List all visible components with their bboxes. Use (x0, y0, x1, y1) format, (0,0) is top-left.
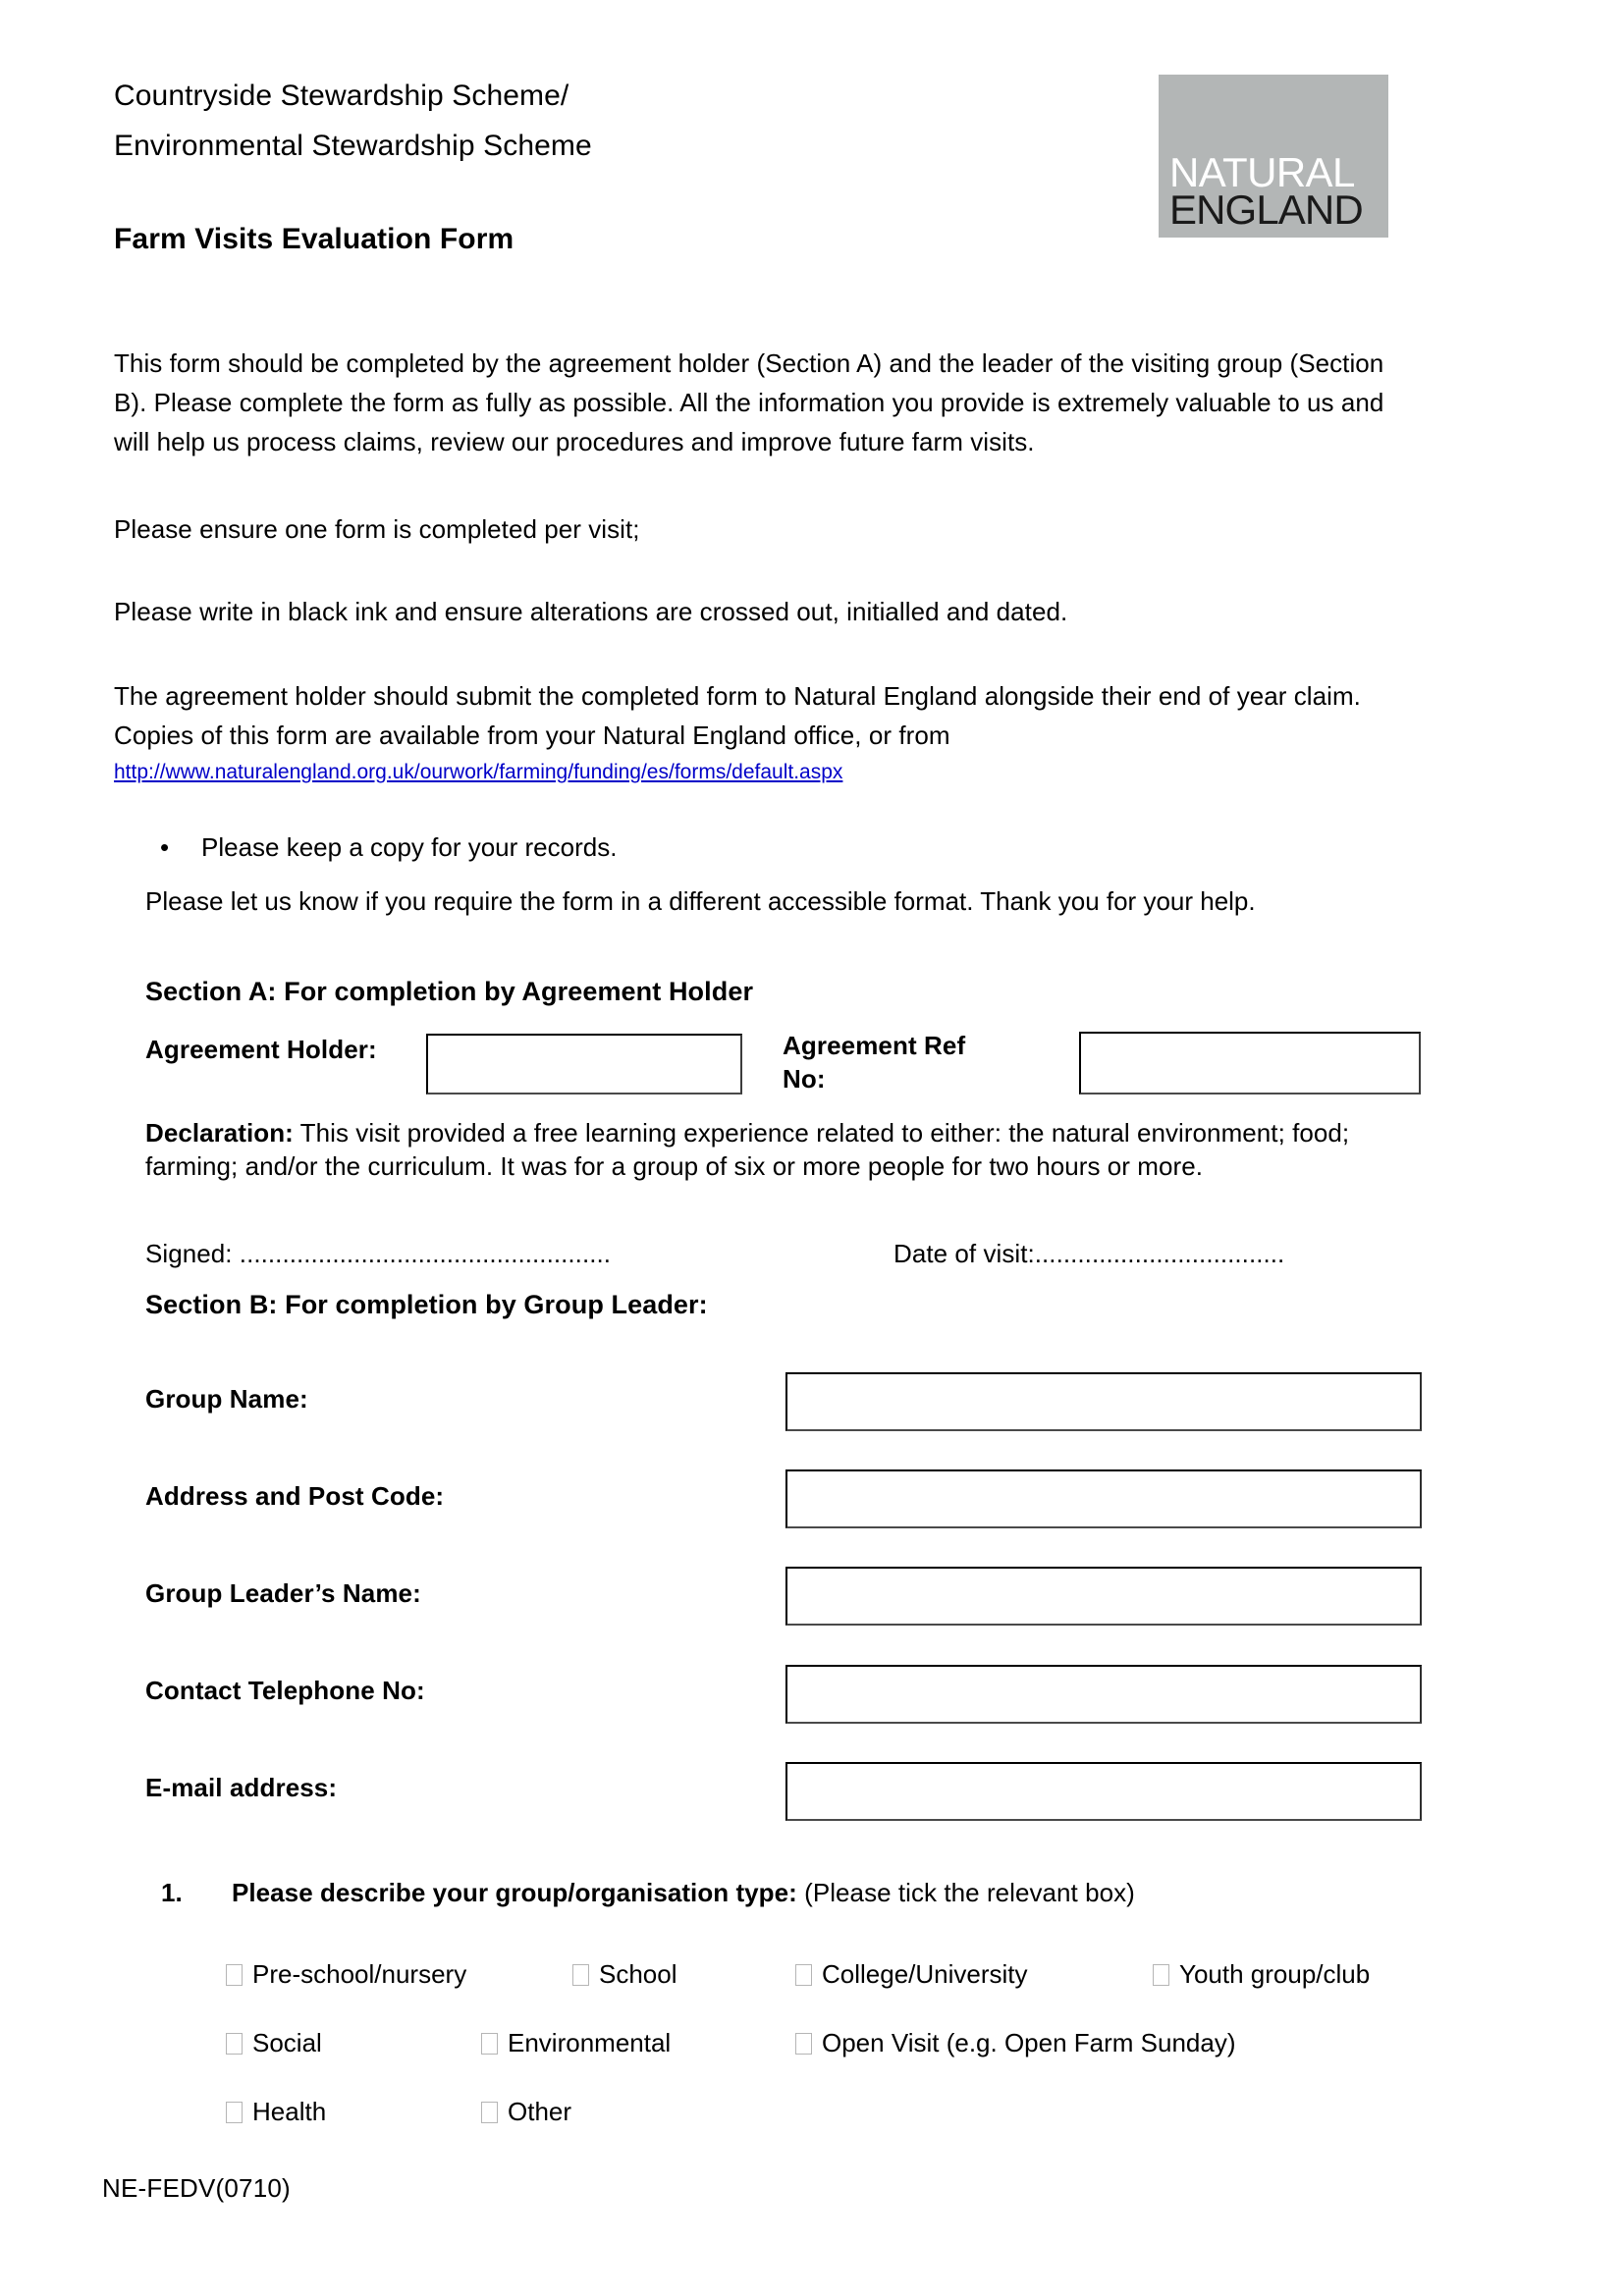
date-of-visit-line[interactable]: Date of visit:..........................… (893, 1239, 1284, 1269)
declaration-text: This visit provided a free learning expe… (145, 1118, 1350, 1181)
checkbox-icon[interactable] (481, 2033, 498, 2055)
checkbox-option-environmental[interactable]: Environmental (481, 2026, 671, 2059)
question-1-number: 1. (161, 1878, 183, 1907)
checkbox-label: Youth group/club (1179, 1959, 1371, 1989)
checkbox-option-health[interactable]: Health (226, 2095, 326, 2128)
group-name-label: Group Name: (145, 1384, 308, 1414)
address-postcode-field[interactable] (785, 1469, 1422, 1528)
checkbox-label: Social (252, 2028, 322, 2057)
declaration-paragraph: Declaration: This visit provided a free … (145, 1116, 1422, 1183)
checkbox-label: Health (252, 2097, 327, 2126)
email-address-field[interactable] (785, 1762, 1422, 1821)
checkbox-label: Open Visit (e.g. Open Farm Sunday) (822, 2028, 1236, 2057)
scheme-heading: Countryside Stewardship Scheme/ Environm… (114, 71, 1145, 171)
document-code: NE-FEDV(0710) (102, 2173, 291, 2203)
agreement-ref-field[interactable] (1079, 1032, 1421, 1095)
checkbox-label: Environmental (508, 2028, 672, 2057)
document-page: Countryside Stewardship Scheme/ Environm… (0, 0, 1624, 2296)
accessible-format-note: Please let us know if you require the fo… (145, 886, 1256, 916)
intro-paragraph-4-container: The agreement holder should submit the c… (114, 676, 1422, 787)
checkbox-icon[interactable] (226, 1964, 243, 1986)
contact-telephone-label: Contact Telephone No: (145, 1676, 425, 1705)
logo-text-england: ENGLAND (1169, 187, 1364, 233)
group-leader-name-label: Group Leader’s Name: (145, 1578, 421, 1608)
signed-line[interactable]: Signed: ................................… (145, 1239, 611, 1269)
agreement-ref-label: Agreement Ref No: (783, 1031, 966, 1094)
checkbox-option-social[interactable]: Social (226, 2026, 322, 2059)
checkbox-label: Pre-school/nursery (252, 1959, 467, 1989)
contact-telephone-field[interactable] (785, 1665, 1422, 1724)
checkbox-icon[interactable] (1153, 1964, 1169, 1986)
intro-paragraph-4: The agreement holder should submit the c… (114, 681, 1361, 750)
page-title: Farm Visits Evaluation Form (114, 223, 514, 255)
email-address-label: E-mail address: (145, 1773, 338, 1802)
agreement-holder-field[interactable] (426, 1034, 742, 1095)
group-leader-name-field[interactable] (785, 1567, 1422, 1626)
agreement-holder-label: Agreement Holder: (145, 1035, 377, 1064)
scheme-line-2: Environmental Stewardship Scheme (114, 130, 592, 162)
intro-paragraph-2: Please ensure one form is completed per … (114, 514, 640, 544)
forms-page-link[interactable]: http://www.naturalengland.org.uk/ourwork… (114, 757, 1422, 787)
bullet-marker-icon: • (160, 832, 170, 862)
section-b-heading: Section B: For completion by Group Leade… (145, 1290, 708, 1319)
checkbox-label: Other (508, 2097, 572, 2126)
question-1-text: Please describe your group/organisation … (232, 1878, 1135, 1908)
checkbox-option-pre-school[interactable]: Pre-school/nursery (226, 1957, 466, 1991)
intro-paragraph-1: This form should be completed by the agr… (114, 348, 1384, 456)
checkbox-icon[interactable] (226, 2102, 243, 2123)
checkbox-option-school[interactable]: School (572, 1957, 677, 1991)
checkbox-label: College/University (822, 1959, 1028, 1989)
section-a-heading: Section A: For completion by Agreement H… (145, 977, 754, 1006)
question-1-hint: (Please tick the relevant box) (796, 1878, 1135, 1907)
checkbox-icon[interactable] (795, 1964, 812, 1986)
checkbox-icon[interactable] (226, 2033, 243, 2055)
declaration-label: Declaration: (145, 1118, 294, 1148)
checkbox-option-youth-group[interactable]: Youth group/club (1153, 1957, 1370, 1991)
checkbox-option-other[interactable]: Other (481, 2095, 571, 2128)
checkbox-icon[interactable] (795, 2033, 812, 2055)
question-1-label: Please describe your group/organisation … (232, 1878, 797, 1907)
address-postcode-label: Address and Post Code: (145, 1481, 445, 1511)
checkbox-option-open-visit[interactable]: Open Visit (e.g. Open Farm Sunday) (795, 2026, 1236, 2059)
checkbox-icon[interactable] (572, 1964, 589, 1986)
group-name-field[interactable] (785, 1372, 1422, 1431)
bullet-text: Please keep a copy for your records. (201, 832, 618, 862)
scheme-line-1: Countryside Stewardship Scheme/ (114, 80, 569, 112)
checkbox-label: School (599, 1959, 677, 1989)
checkbox-option-college-university[interactable]: College/University (795, 1957, 1028, 1991)
checkbox-icon[interactable] (481, 2102, 498, 2123)
intro-paragraph-3: Please write in black ink and ensure alt… (114, 597, 1068, 626)
natural-england-logo: NATURAL ENGLAND (1159, 75, 1388, 238)
